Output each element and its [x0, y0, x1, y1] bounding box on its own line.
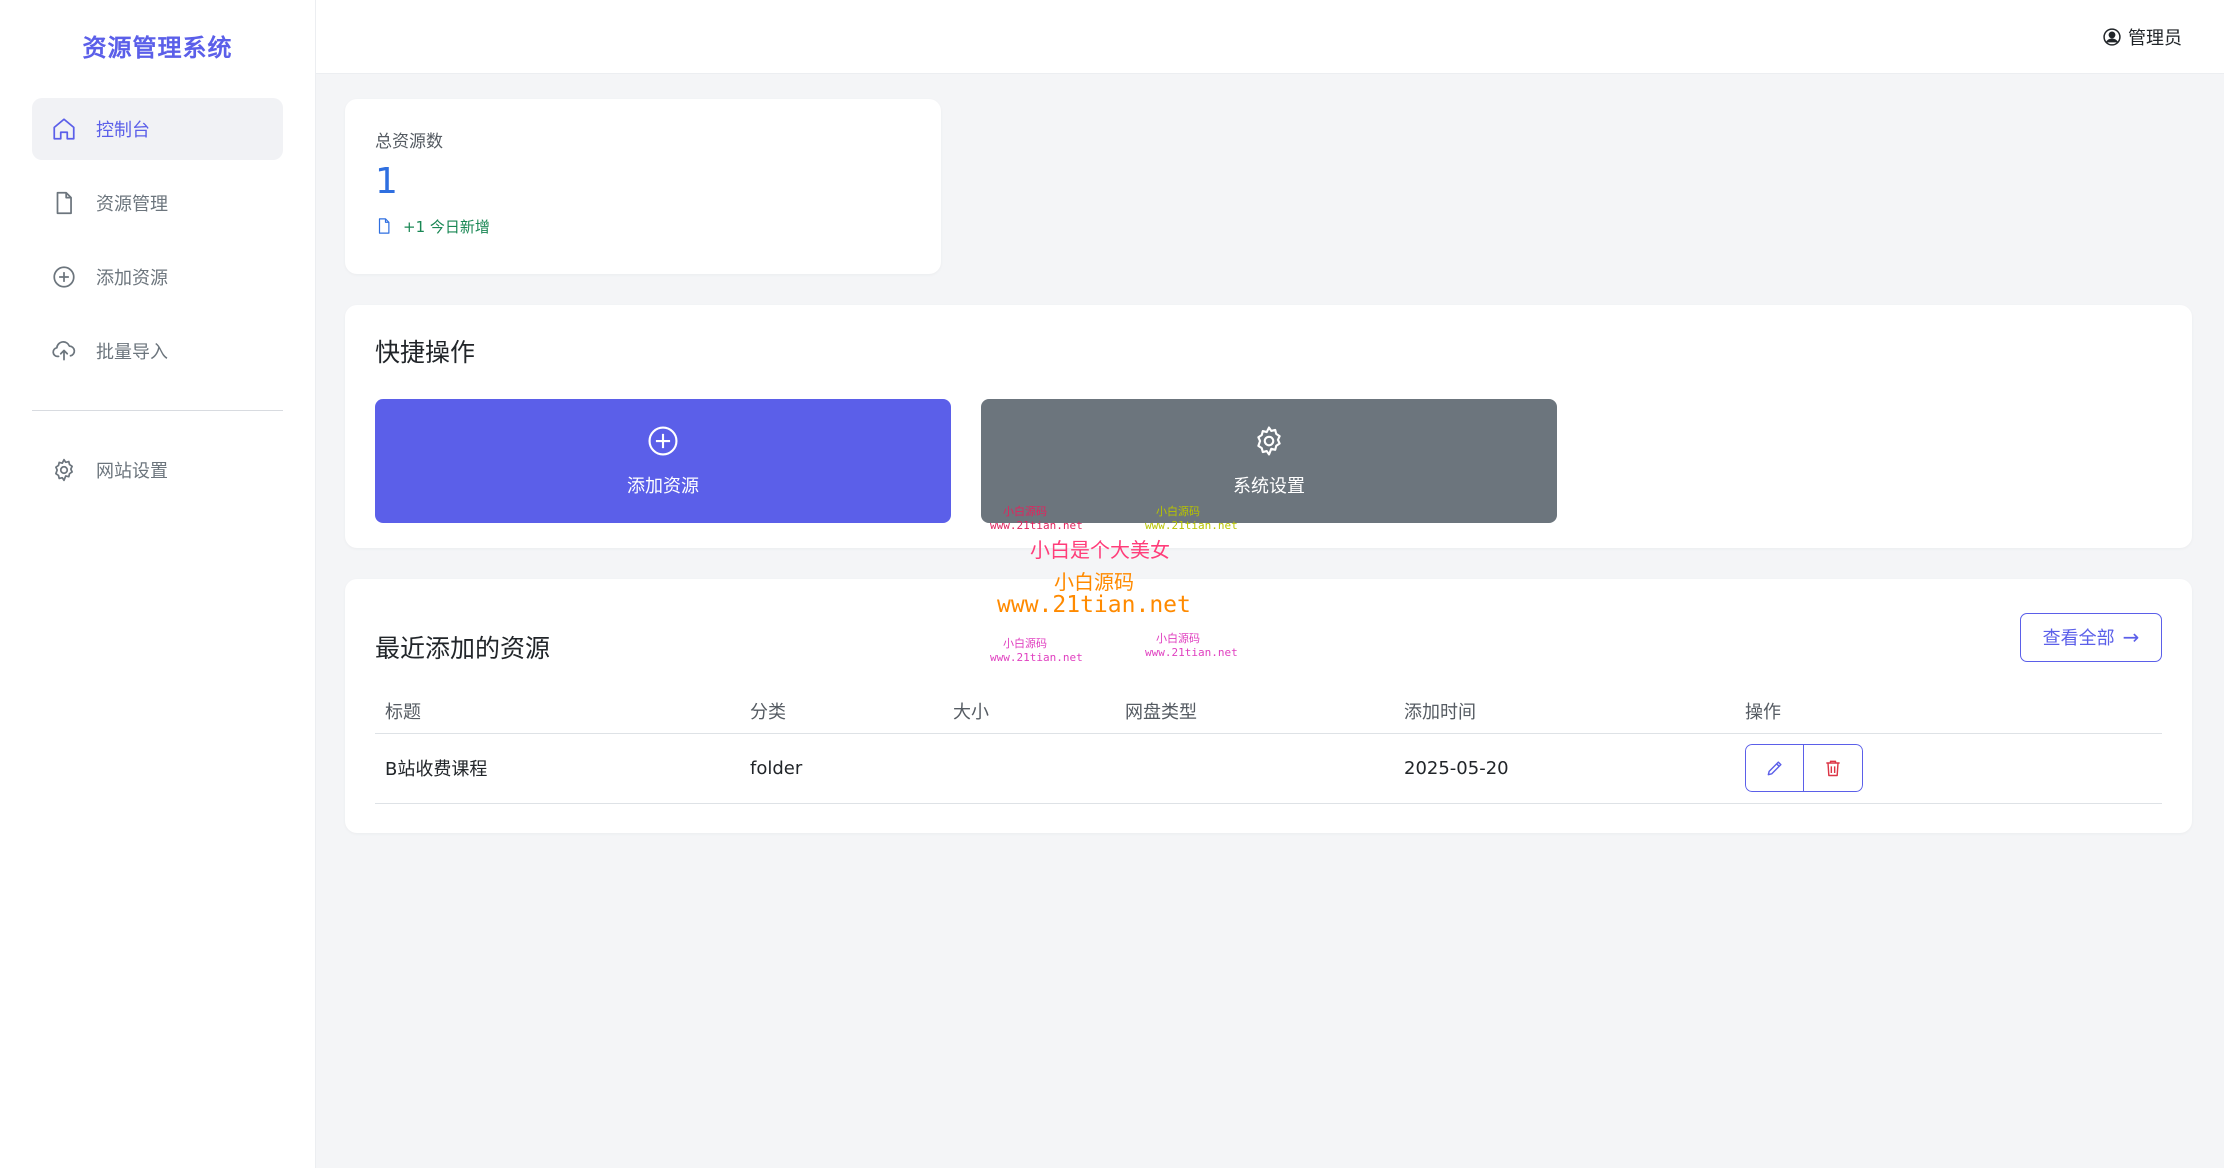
table-row: B站收费课程 folder 2025-05-20: [375, 733, 2162, 804]
recent-resources-table: 标题 分类 大小 网盘类型 添加时间 操作 B站收费课程 folder 2025…: [375, 689, 2162, 804]
quick-actions-title: 快捷操作: [375, 338, 476, 367]
gear-icon: [1257, 426, 1281, 456]
brand-title[interactable]: 资源管理系统: [0, 0, 315, 90]
plus-circle-icon: [648, 426, 678, 456]
cell-date: 2025-05-20: [1394, 733, 1735, 804]
user-menu[interactable]: 管理员: [2102, 24, 2182, 50]
stat-sub: +1 今日新增: [375, 216, 911, 237]
sidebar-item-label: 网站设置: [96, 461, 168, 482]
quick-actions-card: 快捷操作 添加资源 系统设置: [345, 305, 2192, 548]
sidebar-divider: [32, 410, 283, 411]
sidebar-item-bulk-import[interactable]: 批量导入: [32, 320, 283, 382]
quick-actions-row: 添加资源 系统设置: [375, 399, 2162, 523]
sidebar-item-label: 资源管理: [96, 194, 168, 215]
cell-size: [943, 733, 1115, 804]
recent-header: 最近添加的资源 查看全部 →: [375, 609, 2162, 665]
quick-add-resource-button[interactable]: 添加资源: [375, 399, 951, 523]
stat-sub-text: +1 今日新增: [403, 217, 490, 236]
cloud-upload-icon: [50, 337, 78, 365]
col-category: 分类: [740, 689, 943, 734]
stat-card-total-resources: 总资源数 1 +1 今日新增: [345, 99, 941, 274]
cell-actions: [1735, 733, 2162, 804]
edit-button[interactable]: [1745, 744, 1804, 792]
pencil-icon: [1767, 761, 1782, 776]
table-header-row: 标题 分类 大小 网盘类型 添加时间 操作: [375, 689, 2162, 734]
file-icon: [50, 189, 78, 217]
recent-resources-card: 最近添加的资源 查看全部 → 标题 分类 大小 网盘类型 添加时间 操作 B站收…: [345, 579, 2192, 833]
quick-add-resource-label: 添加资源: [627, 476, 699, 497]
stat-value: 1: [375, 161, 398, 202]
cell-disk-type: [1115, 733, 1394, 804]
arrow-right-icon: →: [2122, 625, 2140, 649]
row-actions: [1745, 744, 1863, 792]
col-disk-type: 网盘类型: [1115, 689, 1394, 734]
sidebar: 资源管理系统 控制台 资源管理 添加资源 批量导入 网站设置: [0, 0, 316, 1168]
user-name: 管理员: [2128, 28, 2182, 49]
col-title: 标题: [375, 689, 740, 734]
gear-icon: [50, 456, 78, 484]
sidebar-item-site-settings[interactable]: 网站设置: [32, 439, 283, 501]
topbar: 管理员: [316, 0, 2224, 74]
cell-category: folder: [740, 733, 943, 804]
home-icon: [50, 115, 78, 143]
col-actions: 操作: [1735, 689, 2162, 734]
sidebar-item-label: 控制台: [96, 120, 150, 141]
quick-system-settings-button[interactable]: 系统设置: [981, 399, 1557, 523]
sidebar-item-resources[interactable]: 资源管理: [32, 172, 283, 234]
delete-button[interactable]: [1804, 744, 1863, 792]
recent-title: 最近添加的资源: [375, 634, 551, 663]
sidebar-item-dashboard[interactable]: 控制台: [32, 98, 283, 160]
view-all-label: 查看全部: [2042, 628, 2115, 649]
col-date: 添加时间: [1394, 689, 1735, 734]
file-icon: [378, 218, 390, 234]
cell-title: B站收费课程: [375, 733, 740, 804]
trash-icon: [1826, 760, 1840, 777]
user-circle-icon: [2103, 28, 2121, 46]
col-size: 大小: [943, 689, 1115, 734]
quick-system-settings-label: 系统设置: [1233, 476, 1305, 497]
stat-label: 总资源数: [375, 132, 443, 152]
sidebar-item-label: 批量导入: [96, 342, 168, 363]
sidebar-item-label: 添加资源: [96, 268, 168, 289]
plus-circle-icon: [50, 263, 78, 291]
sidebar-nav: 控制台 资源管理 添加资源 批量导入 网站设置: [0, 90, 315, 501]
sidebar-item-add-resource[interactable]: 添加资源: [32, 246, 283, 308]
view-all-button[interactable]: 查看全部 →: [2020, 612, 2162, 662]
